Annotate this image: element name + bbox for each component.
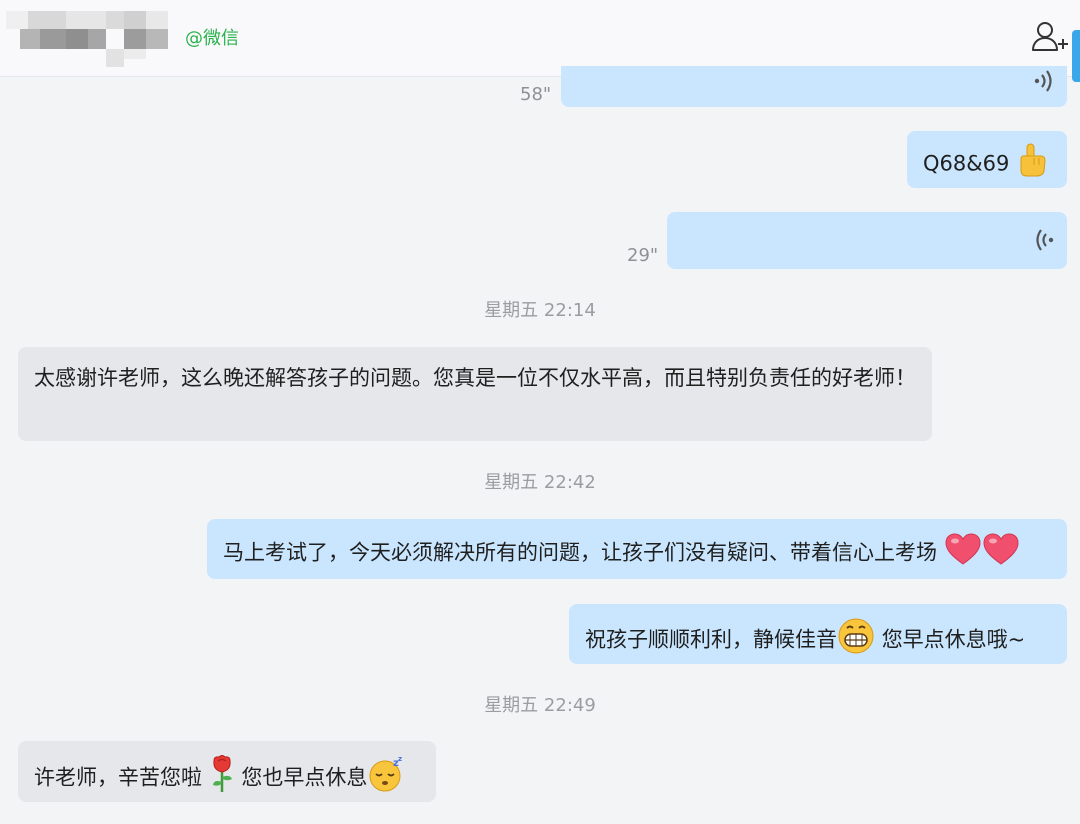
contact-name-blurred [6, 11, 176, 67]
heart-emoji [944, 532, 982, 575]
timestamp: 星期五 22:49 [484, 695, 596, 716]
rose-emoji [209, 755, 235, 802]
message-text: 祝孩子顺顺利利，静候佳音 [585, 627, 837, 652]
message-text: 您早点休息哦~ [881, 627, 1026, 652]
svg-text:z: z [398, 755, 402, 763]
voice-message-bubble[interactable] [667, 212, 1067, 269]
heart-emoji [982, 532, 1020, 575]
voice-wave-icon [1036, 229, 1054, 251]
voice-message-bubble[interactable] [561, 66, 1067, 107]
add-person-icon[interactable] [1030, 18, 1070, 58]
timestamp: 星期五 22:14 [484, 300, 596, 321]
timestamp: 星期五 22:42 [484, 472, 596, 493]
voice-wave-icon [1034, 70, 1052, 92]
message-text: Q68&69 [923, 151, 1010, 176]
voice-duration: 29" [627, 245, 659, 266]
message-text: 您也早点休息 [241, 765, 368, 790]
message-text: 太感谢许老师，这么晚还解答孩子的问题。您真是一位不仅水平高，而且特别负责任的好老… [34, 366, 916, 390]
message-bubble[interactable]: Q68&69 [907, 131, 1067, 188]
sleeping-face-emoji: z z [367, 755, 405, 802]
pointing-hand-emoji [1016, 143, 1046, 186]
contact-handle: @微信 [185, 28, 239, 49]
message-text: 许老师，辛苦您啦 [34, 765, 202, 790]
message-bubble[interactable]: 太感谢许老师，这么晚还解答孩子的问题。您真是一位不仅水平高，而且特别负责任的好老… [18, 347, 932, 441]
voice-duration: 58" [520, 84, 552, 105]
message-bubble[interactable]: 许老师，辛苦您啦 您也早点休息 z z [18, 741, 436, 802]
grinning-face-emoji [837, 617, 875, 664]
message-bubble[interactable]: 祝孩子顺顺利利，静候佳音 您早点休息哦~ [569, 604, 1067, 664]
message-text: 马上考试了，今天必须解决所有的问题，让孩子们没有疑问、带着信心上考场 [223, 540, 937, 565]
message-bubble[interactable]: 马上考试了，今天必须解决所有的问题，让孩子们没有疑问、带着信心上考场 [207, 519, 1067, 579]
scroll-accent[interactable] [1072, 30, 1080, 82]
